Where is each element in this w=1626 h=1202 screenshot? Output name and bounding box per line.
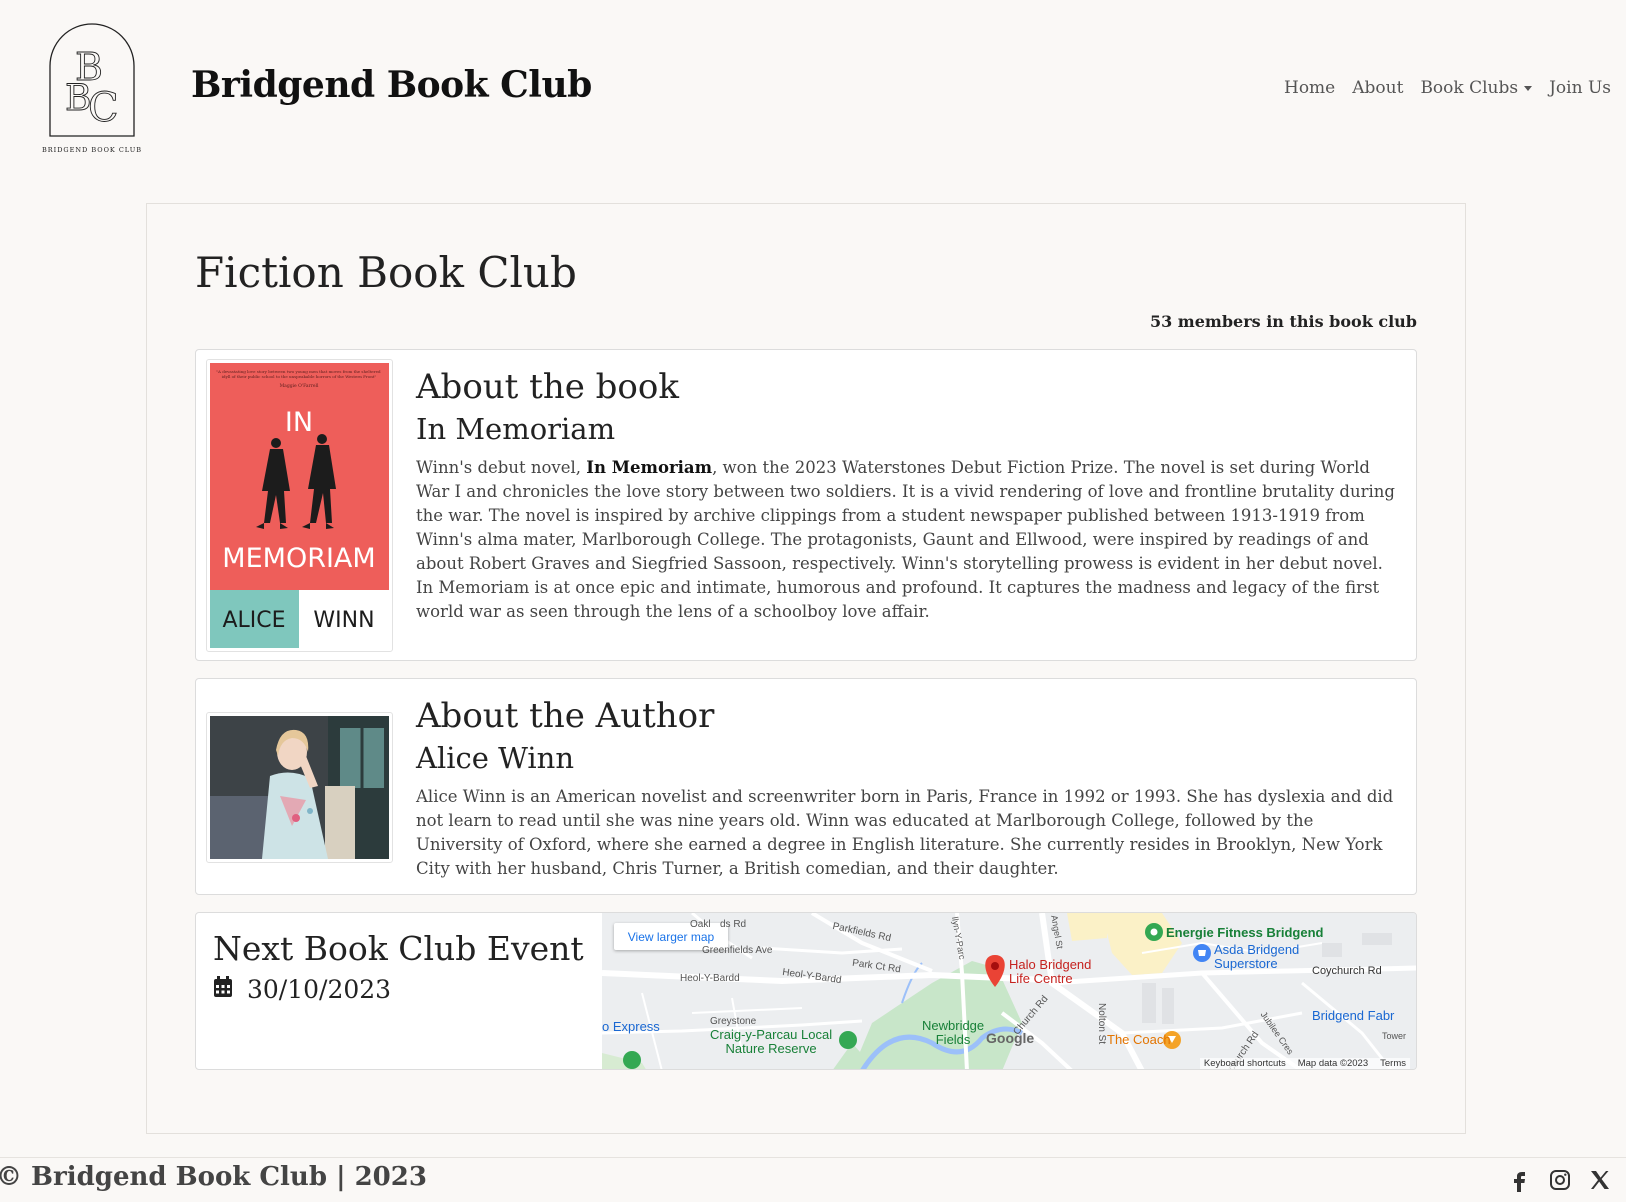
footer-copyright: © Bridgend Book Club | 2023 <box>0 1162 427 1192</box>
cover-title-top: IN <box>285 407 313 438</box>
event-map[interactable]: View larger map Oakl ds Rd Greenfields A… <box>602 913 1416 1069</box>
site-title[interactable]: Bridgend Book Club <box>191 64 592 106</box>
site-header: B B C BRIDGEND BOOK CLUB Bridgend Book C… <box>0 0 1626 180</box>
author-card: About the Author Alice Winn Alice Winn i… <box>195 678 1417 895</box>
book-cover: "A devastating love story between two yo… <box>206 359 393 652</box>
map-street-oakl: Oakl <box>690 919 711 930</box>
event-date: 30/10/2023 <box>247 975 392 1004</box>
nav-about[interactable]: About <box>1352 78 1403 98</box>
social-links <box>1508 1168 1612 1192</box>
book-card-body: About the book In Memoriam Winn's debut … <box>416 366 1402 624</box>
nav-join-us[interactable]: Join Us <box>1549 78 1611 98</box>
nav-book-clubs-dropdown[interactable]: Book Clubs <box>1420 78 1533 98</box>
author-name: Alice Winn <box>416 741 575 775</box>
facebook-icon[interactable] <box>1508 1168 1532 1192</box>
map-place-asda[interactable]: Asda Bridgend Superstore <box>1214 943 1299 971</box>
map-street-heol-y-bardd-1: Heol-Y-Bardd <box>680 973 740 984</box>
event-info: Next Book Club Event 30/10/2023 <box>213 927 584 1004</box>
map-street-greenfields: Greenfields Ave <box>702 945 773 956</box>
main-nav: Home About Book Clubs Join Us <box>1284 78 1611 98</box>
svg-text:"A devastating love story betw: "A devastating love story between two yo… <box>216 369 382 379</box>
map-place-fabr[interactable]: Bridgend Fabr <box>1312 1008 1394 1023</box>
event-card: Next Book Club Event 30/10/2023 View lar… <box>195 912 1417 1070</box>
nav-book-clubs-label: Book Clubs <box>1420 78 1519 98</box>
event-title: Next Book Club Event <box>213 929 584 968</box>
map-street-ds-rd: ds Rd <box>720 919 747 930</box>
map-street-nolton: Nolton St <box>1096 1003 1107 1045</box>
logo-caption: BRIDGEND BOOK CLUB <box>42 146 142 154</box>
event-date-row: 30/10/2023 <box>213 975 584 1004</box>
member-count: 53 members in this book club <box>1149 312 1417 331</box>
cover-author-last: WINN <box>313 608 374 633</box>
map-keyboard-shortcuts[interactable]: Keyboard shortcuts <box>1204 1058 1286 1069</box>
page-title: Fiction Book Club <box>195 248 577 297</box>
instagram-icon[interactable] <box>1548 1168 1572 1192</box>
map-place-coach[interactable]: The Coach <box>1107 1032 1171 1047</box>
map-place-newbridge[interactable]: Newbridge Fields <box>922 1019 984 1047</box>
author-heading: About the Author <box>416 696 715 736</box>
caret-down-icon <box>1524 85 1533 91</box>
x-icon[interactable] <box>1588 1168 1612 1192</box>
google-logo: Google <box>986 1030 1035 1046</box>
book-card: "A devastating love story between two yo… <box>195 349 1417 661</box>
map-place-energie[interactable]: Energie Fitness Bridgend <box>1166 925 1323 940</box>
site-footer: © Bridgend Book Club | 2023 <box>0 1157 1626 1202</box>
cover-title-bottom: MEMORIAM <box>222 543 375 574</box>
map-terms[interactable]: Terms <box>1380 1058 1406 1069</box>
cover-author-first: ALICE <box>222 608 285 633</box>
svg-text:C: C <box>88 85 119 131</box>
main-container: Fiction Book Club 53 members in this boo… <box>146 203 1466 1134</box>
map-street-greystone: Greystone <box>710 1016 757 1027</box>
book-title: In Memoriam <box>416 412 616 446</box>
book-heading: About the book <box>416 367 679 407</box>
author-description: Alice Winn is an American novelist and s… <box>416 787 1394 878</box>
book-description: Winn's debut novel, In Memoriam, won the… <box>416 458 1395 621</box>
author-photo <box>206 712 393 863</box>
map-street-tower: Tower <box>1382 1031 1407 1041</box>
map-place-craig[interactable]: Craig-y-Parcau Local Nature Reserve <box>710 1028 832 1056</box>
cover-quote-author: Maggie O'Farrell <box>280 383 319 389</box>
book-title-bold: In Memoriam <box>586 458 713 477</box>
nav-home[interactable]: Home <box>1284 78 1335 98</box>
map-street-coychurch: Coychurch Rd <box>1312 965 1382 977</box>
map-footer: Keyboard shortcuts Map data ©2023 Terms <box>1199 1058 1410 1069</box>
calendar-icon <box>213 975 233 1004</box>
site-logo[interactable]: B B C BRIDGEND BOOK CLUB <box>38 22 146 158</box>
map-place-halo[interactable]: Halo Bridgend Life Centre <box>1009 958 1091 986</box>
map-place-express[interactable]: o Express <box>602 1019 660 1034</box>
author-card-body: About the Author Alice Winn Alice Winn i… <box>416 695 1402 881</box>
map-data: Map data ©2023 <box>1297 1058 1369 1069</box>
